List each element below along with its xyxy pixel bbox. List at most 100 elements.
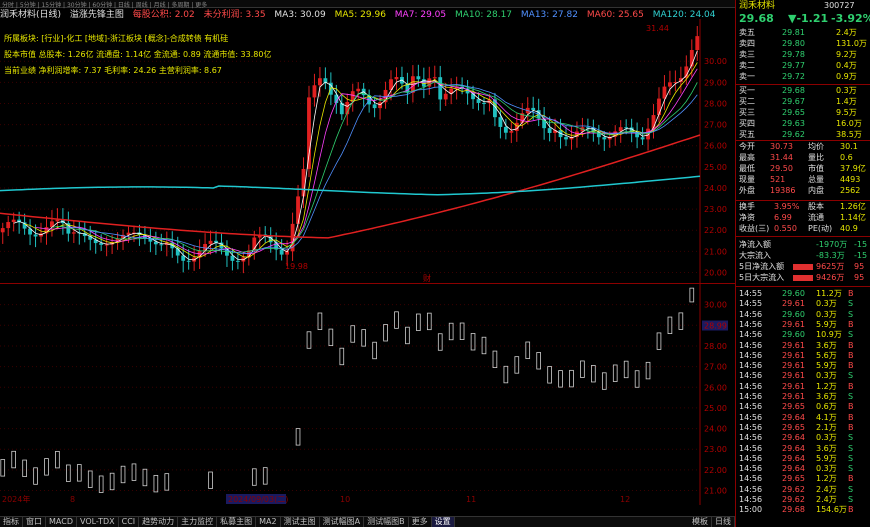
stat-label-2: 均价 <box>808 142 824 151</box>
tab-6[interactable]: 主力监控 <box>178 517 218 527</box>
tab-13[interactable]: 设置 <box>431 517 455 527</box>
stat-row: 今开 30.73 均价 30.1 <box>736 142 870 152</box>
tick-price: 29.60 <box>782 309 805 319</box>
sub-bar <box>580 360 585 378</box>
ma120-value: MA120: 24.04 <box>652 10 716 19</box>
y-axis-label: 25.00 <box>704 163 727 172</box>
orderbook-divider <box>736 84 870 85</box>
stat2-row: 换手 3.95% 股本 1.26亿 <box>736 202 870 212</box>
flow-extra: -15 <box>854 240 868 249</box>
candle-body <box>6 222 11 229</box>
tab-2[interactable]: MACD <box>46 517 77 527</box>
tick-price: 29.65 <box>782 422 805 432</box>
stat2-label: 净资 <box>739 213 755 222</box>
tick-side: B <box>848 381 854 391</box>
sell-row: 卖四 29.80 131.0万 <box>736 39 870 49</box>
tab-11[interactable]: 测试幅图B <box>364 517 409 527</box>
sub-bar <box>262 467 268 485</box>
tick-side: B <box>848 412 854 422</box>
tick-price: 29.65 <box>782 402 805 412</box>
y-axis-label: 22.00 <box>704 226 727 235</box>
tick-time: 14:56 <box>739 402 763 412</box>
sub-bar <box>98 475 104 493</box>
tab-3[interactable]: VOL-TDX <box>77 517 119 527</box>
indicator-name[interactable]: 溢涨先锋主图 <box>70 10 124 19</box>
sub-bar <box>656 332 662 350</box>
tick-row: 14:56 29.60 10.9万 S <box>736 330 870 340</box>
tab-right-1[interactable]: 日线 <box>712 517 735 527</box>
tick-side: B <box>848 340 854 350</box>
quote-panel: 润禾材料 300727 29.68 ▼-1.21 -3.92% 卖五 29.81 2… <box>735 0 870 527</box>
sub-bar <box>0 459 6 477</box>
tick-side: B <box>848 289 854 298</box>
sub-bar <box>547 366 552 384</box>
tick-volume: 0.3万 <box>816 299 837 309</box>
tick-volume: 4.1万 <box>816 412 837 422</box>
tick-side: S <box>848 453 854 463</box>
candle-body <box>296 196 300 224</box>
candlestick-chart[interactable]: 30.00 29.00 28.00 27.00 26.00 25.00 24.00 23.00… <box>0 19 735 283</box>
sub-bar <box>109 472 115 491</box>
tick-side: S <box>848 443 854 453</box>
tab-7[interactable]: 私募主图 <box>217 517 257 527</box>
candle-body <box>71 232 76 234</box>
tab-0[interactable]: 指标 <box>0 517 23 527</box>
tick-time: 14:56 <box>739 474 763 484</box>
tick-time: 14:56 <box>739 340 763 350</box>
stat-label: 最高 <box>739 153 755 162</box>
tab-12[interactable]: 更多 <box>409 517 432 527</box>
sub-y-label: 25.00 <box>704 404 727 413</box>
buy-label: 买二 <box>739 97 755 106</box>
tick-side: S <box>848 392 854 401</box>
y-axis-label: 29.00 <box>704 78 727 87</box>
stat-label: 今开 <box>739 142 755 151</box>
tick-volume: 0.3万 <box>816 464 837 474</box>
tick-volume: 11.2万 <box>816 289 842 298</box>
sub-y-label: 30.00 <box>704 301 727 310</box>
sub-bar <box>361 329 366 347</box>
candle-body <box>159 244 164 246</box>
buy-row: 买四 29.63 16.0万 <box>736 119 870 129</box>
tick-price: 29.68 <box>782 505 805 515</box>
tab-5[interactable]: 趋势动力 <box>139 517 179 527</box>
candle-body <box>695 36 700 51</box>
candle-body <box>624 127 629 129</box>
tab-10[interactable]: 测试幅图A <box>320 517 365 527</box>
stat-value-2: 2562 <box>840 186 861 195</box>
sub-bar <box>569 369 574 388</box>
stat-value-2: 30.1 <box>840 142 858 151</box>
buy-volume: 9.5万 <box>836 108 857 117</box>
tick-side: S <box>848 309 854 319</box>
event-marker[interactable]: 财 <box>423 273 431 283</box>
stats-divider <box>736 140 870 141</box>
sub-y-label: 27.00 <box>704 363 727 372</box>
sub-indicator-svg[interactable]: 30.0029.0028.0027.0026.0025.0024.0023.00… <box>0 284 735 505</box>
flow-label: 5日净流入额 <box>739 262 785 271</box>
candle-body <box>104 244 109 246</box>
tick-side: S <box>848 330 854 340</box>
sell-label: 卖三 <box>739 50 755 59</box>
candle-body <box>11 219 16 223</box>
stat-row: 最低 29.50 市值 37.9亿 <box>736 164 870 174</box>
tick-time: 14:56 <box>739 484 763 494</box>
sub-y-label: 28.00 <box>704 342 727 351</box>
buy-row: 买三 29.65 9.5万 <box>736 108 870 118</box>
sub-indicator-chart[interactable]: 30.0029.0028.0027.0026.0025.0024.0023.00… <box>0 284 735 505</box>
tick-time: 14:56 <box>739 433 763 443</box>
sub-y-label: 23.00 <box>704 445 727 454</box>
sell-row: 卖二 29.77 0.4万 <box>736 61 870 71</box>
candle-body <box>301 168 306 197</box>
tab-right-0[interactable]: 模板 <box>689 517 712 527</box>
sector-line: 所属板块: [行业]-化工 [地域]-浙江板块 [概念]-合成转债 有机硅 <box>4 34 229 43</box>
tab-1[interactable]: 窗口 <box>23 517 46 527</box>
tab-9[interactable]: 测试主图 <box>281 517 320 527</box>
tab-8[interactable]: MA2 <box>256 517 281 527</box>
tick-side: S <box>848 495 854 504</box>
sub-bar <box>350 325 356 343</box>
y-axis-label: 28.00 <box>704 99 727 108</box>
price-pct: -3.92% <box>831 12 870 25</box>
tab-4[interactable]: CCI <box>119 517 140 527</box>
stat2-label-2: 股本 <box>808 202 824 211</box>
tick-price: 29.61 <box>782 392 805 401</box>
ma3-value: MA3: 30.09 <box>274 10 326 19</box>
